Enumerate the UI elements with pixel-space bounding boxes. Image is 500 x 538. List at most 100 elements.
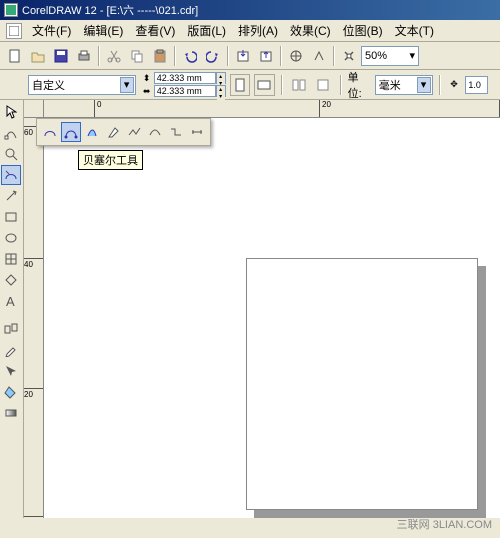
pen-tool[interactable] [103, 122, 123, 142]
menu-view[interactable]: 查看(V) [129, 20, 181, 41]
separator [439, 75, 441, 95]
menu-effects[interactable]: 效果(C) [284, 20, 337, 41]
artistic-media-tool[interactable] [82, 122, 102, 142]
title-bar: CorelDRAW 12 - [E:\六 -----\021.cdr] [0, 0, 500, 20]
ruler-origin[interactable] [24, 100, 44, 118]
page-layout-button-2[interactable] [313, 74, 333, 96]
rectangle-tool[interactable] [1, 207, 21, 227]
canvas[interactable] [44, 118, 500, 518]
menu-text[interactable]: 文本(T) [389, 20, 440, 41]
vertical-ruler[interactable]: 60 40 20 0 [24, 118, 44, 518]
bezier-tool[interactable] [61, 122, 81, 142]
dimension-tool[interactable] [187, 122, 207, 142]
app-icon [4, 3, 18, 17]
ellipse-tool[interactable] [1, 228, 21, 248]
cut-button[interactable] [103, 45, 125, 67]
page-dimensions: ⬍ 42.333 mm ▴▾ ⬌ 42.333 mm ▴▾ [140, 72, 226, 98]
zoom-value: 50% [365, 50, 387, 62]
import-button[interactable] [232, 45, 254, 67]
width-spinner[interactable]: ▴▾ [216, 72, 226, 84]
separator [281, 75, 283, 95]
eyedropper-tool[interactable] [1, 340, 21, 360]
pick-tool[interactable] [1, 102, 21, 122]
ruler-tick: 20 [24, 388, 44, 399]
redo-button[interactable] [202, 45, 224, 67]
tooltip: 贝塞尔工具 [78, 150, 143, 170]
options-button[interactable] [338, 45, 360, 67]
menu-bitmap[interactable]: 位图(B) [337, 20, 389, 41]
paper-size-combo[interactable]: 自定义 ▾ [28, 75, 136, 95]
toolbox: A [0, 100, 24, 518]
page-height-input[interactable]: 42.333 mm [154, 85, 216, 97]
menu-edit[interactable]: 编辑(E) [77, 20, 129, 41]
basic-shapes-tool[interactable] [1, 270, 21, 290]
graph-paper-tool[interactable] [1, 249, 21, 269]
interactive-connector-tool[interactable] [166, 122, 186, 142]
window-title: CorelDRAW 12 - [E:\六 -----\021.cdr] [22, 2, 198, 18]
three-point-curve-tool[interactable] [145, 122, 165, 142]
smart-draw-tool[interactable] [1, 186, 21, 206]
save-button[interactable] [50, 45, 72, 67]
tooltip-text: 贝塞尔工具 [83, 155, 138, 167]
undo-button[interactable] [179, 45, 201, 67]
curve-tool[interactable] [1, 165, 21, 185]
polyline-tool[interactable] [124, 122, 144, 142]
page-rect [246, 258, 478, 510]
interactive-fill-tool[interactable] [1, 403, 21, 423]
zoom-tool[interactable] [1, 144, 21, 164]
ruler-tick: 20 [319, 100, 331, 118]
units-label: 单位: [348, 69, 371, 101]
nudge-icon: ✥ [447, 77, 462, 93]
curve-flyout [36, 118, 211, 146]
page-layout-button-1[interactable] [289, 74, 309, 96]
open-button[interactable] [27, 45, 49, 67]
width-icon: ⬍ [140, 72, 154, 84]
new-button[interactable] [4, 45, 26, 67]
chevron-down-icon: ▾ [409, 49, 415, 62]
chevron-down-icon: ▾ [417, 77, 431, 93]
fill-tool[interactable] [1, 382, 21, 402]
paper-size-value: 自定义 [32, 77, 65, 93]
chevron-down-icon: ▾ [120, 77, 134, 93]
system-menu-icon[interactable] [6, 23, 22, 39]
ruler-tick: 0 [24, 516, 44, 518]
menu-layout[interactable]: 版面(L) [181, 20, 232, 41]
height-spinner[interactable]: ▴▾ [216, 85, 226, 97]
workspace: A 0 20 40 60 40 20 0 [0, 100, 500, 518]
zoom-combo[interactable]: 50% ▾ [361, 46, 419, 66]
height-icon: ⬌ [140, 85, 154, 97]
separator [340, 75, 342, 95]
separator [174, 46, 176, 66]
ruler-tick: 40 [24, 258, 44, 269]
portrait-button[interactable] [230, 74, 250, 96]
separator [227, 46, 229, 66]
freehand-tool[interactable] [40, 122, 60, 142]
app-launcher-button[interactable] [285, 45, 307, 67]
text-tool[interactable]: A [1, 291, 21, 311]
separator [98, 46, 100, 66]
standard-toolbar: 50% ▾ [0, 42, 500, 70]
blend-tool[interactable] [1, 319, 21, 339]
menu-file[interactable]: 文件(F) [26, 20, 77, 41]
copy-button[interactable] [126, 45, 148, 67]
paste-button[interactable] [149, 45, 171, 67]
menu-bar: 文件(F) 编辑(E) 查看(V) 版面(L) 排列(A) 效果(C) 位图(B… [0, 20, 500, 42]
units-value: 毫米 [379, 77, 401, 93]
export-button[interactable] [255, 45, 277, 67]
separator [280, 46, 282, 66]
outline-tool[interactable] [1, 361, 21, 381]
landscape-button[interactable] [254, 74, 274, 96]
watermark: 三联网 3LIAN.COM [397, 516, 492, 532]
shape-tool[interactable] [1, 123, 21, 143]
units-combo[interactable]: 毫米 ▾ [375, 75, 433, 95]
nudge-input[interactable]: 1.0 [465, 76, 488, 94]
separator [333, 46, 335, 66]
corel-online-button[interactable] [308, 45, 330, 67]
print-button[interactable] [73, 45, 95, 67]
menu-arrange[interactable]: 排列(A) [232, 20, 284, 41]
page-width-input[interactable]: 42.333 mm [154, 72, 216, 84]
svg-text:A: A [6, 294, 15, 308]
horizontal-ruler[interactable]: 0 20 40 [44, 100, 500, 118]
property-bar: 自定义 ▾ ⬍ 42.333 mm ▴▾ ⬌ 42.333 mm ▴▾ 单位: … [0, 70, 500, 100]
ruler-tick: 0 [94, 100, 101, 118]
